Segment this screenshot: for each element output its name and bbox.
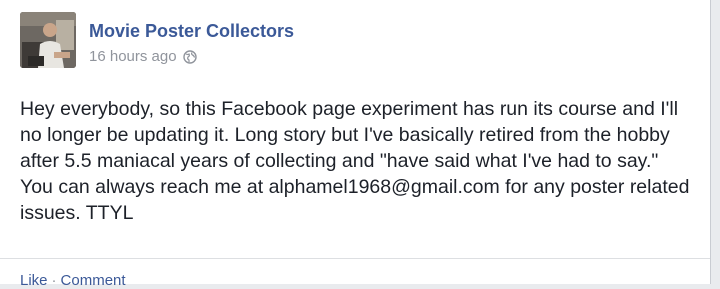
comment-link[interactable]: Comment — [61, 272, 126, 289]
divider — [0, 258, 710, 259]
avatar-photo — [20, 12, 76, 68]
like-link[interactable]: Like — [20, 272, 48, 289]
post-meta: 16 hours ago — [89, 48, 197, 65]
avatar[interactable] — [20, 12, 76, 68]
page-author-link[interactable]: Movie Poster Collectors — [89, 21, 294, 42]
post-timestamp[interactable]: 16 hours ago — [89, 48, 177, 65]
post-card: Movie Poster Collectors 16 hours ago Hey… — [0, 0, 711, 289]
globe-icon[interactable] — [182, 49, 197, 64]
action-separator: · — [51, 272, 57, 289]
post-body: Hey everybody, so this Facebook page exp… — [20, 98, 690, 224]
post-actions: Like · Comment — [20, 272, 126, 289]
